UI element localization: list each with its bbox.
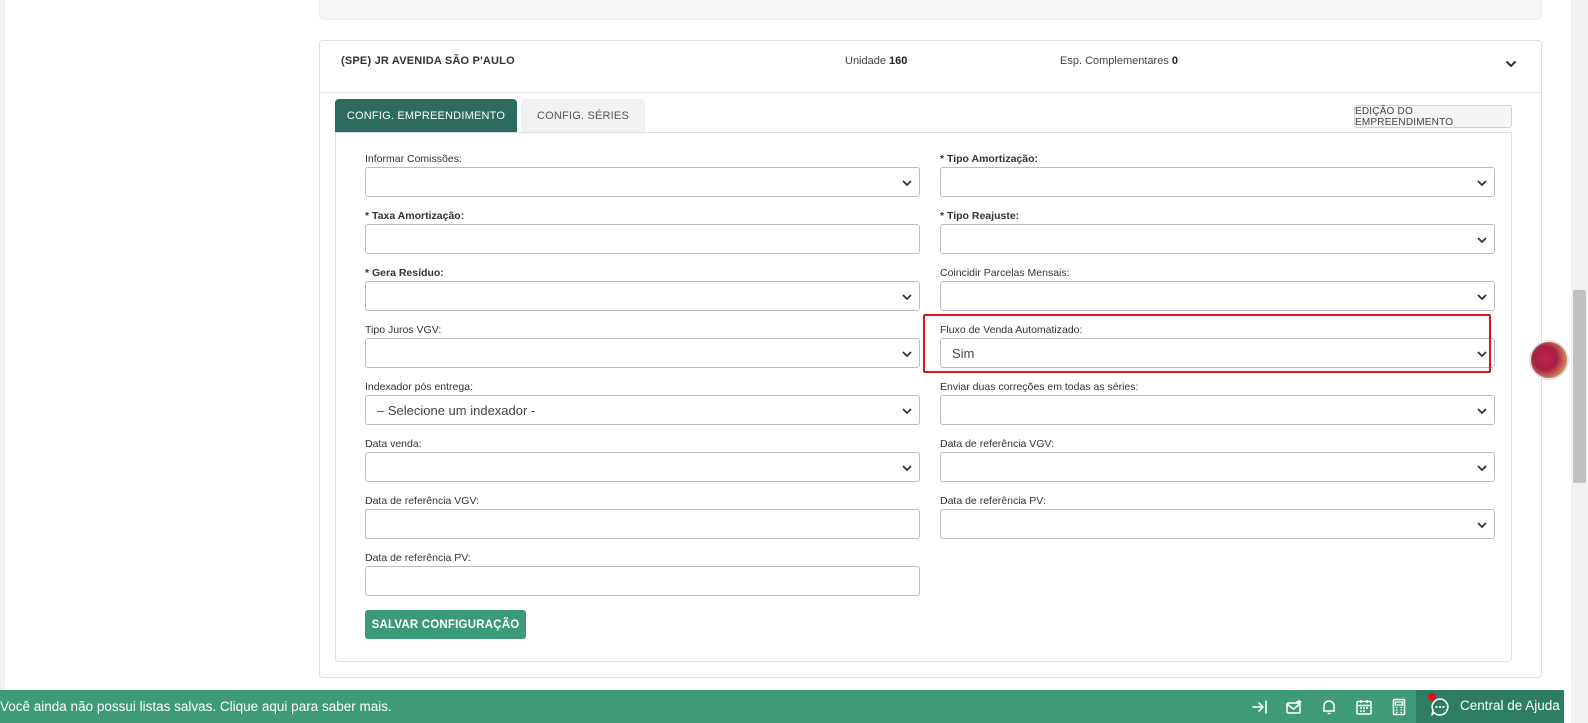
chevron-down-icon	[1477, 408, 1487, 415]
company-name: (SPE) JR AVENIDA SÃO P'AULO	[341, 55, 515, 67]
field-tipo-juros-vgv: Tipo Juros VGV:	[365, 324, 920, 368]
chevron-down-icon	[1477, 522, 1487, 529]
chevron-down-icon	[1477, 180, 1487, 187]
mail-star-icon[interactable]	[1285, 698, 1303, 716]
saved-lists-message[interactable]: Você ainda não possui listas salvas. Cli…	[0, 699, 392, 714]
field-label: * Gera Resíduo:	[365, 267, 444, 279]
chevron-down-icon	[902, 180, 912, 187]
gera-residuo-select[interactable]	[365, 281, 920, 311]
field-label: Tipo Juros VGV:	[365, 324, 442, 336]
field-data-ref-pv-right: Data de referência PV:	[940, 495, 1495, 539]
field-indexador-pos-entrega: Indexador pós entrega: – Selecione um in…	[365, 381, 920, 425]
field-label: * Tipo Reajuste:	[940, 210, 1020, 222]
chevron-down-icon	[1477, 465, 1487, 472]
field-label: * Taxa Amortização:	[365, 210, 465, 222]
tipo-reajuste-select[interactable]	[940, 224, 1495, 254]
field-label: Enviar duas correções em todas as séries…	[940, 381, 1139, 393]
field-tipo-reajuste: * Tipo Reajuste:	[940, 210, 1495, 254]
field-informar-comissoes: Informar Comissões:	[365, 153, 920, 197]
save-config-button[interactable]: SALVAR CONFIGURAÇÃO	[365, 610, 526, 639]
field-data-ref-pv-left: Data de referência PV:	[365, 552, 920, 596]
esp-label: Esp. Complementares	[1060, 55, 1169, 67]
chevron-down-icon	[902, 294, 912, 301]
taxa-amortizacao-input[interactable]	[365, 224, 920, 254]
field-label: Data de referência PV:	[365, 552, 471, 564]
scrollbar[interactable]	[1571, 0, 1588, 723]
notification-dot	[1428, 693, 1436, 701]
previous-card	[319, 0, 1542, 20]
field-tipo-amortizacao: * Tipo Amortização:	[940, 153, 1495, 197]
data-ref-pv-input[interactable]	[365, 566, 920, 596]
field-label: Data de referência VGV:	[940, 438, 1055, 450]
chevron-down-icon	[1477, 237, 1487, 244]
esp-info: Esp. Complementares 0	[1060, 55, 1178, 67]
field-data-ref-vgv-right: Data de referência VGV:	[940, 438, 1495, 482]
tipo-juros-vgv-select[interactable]	[365, 338, 920, 368]
unit-info: Unidade 160	[845, 55, 907, 67]
coincidir-parcelas-select[interactable]	[940, 281, 1495, 311]
select-value: – Selecione um indexador -	[377, 402, 536, 418]
tab-config-series[interactable]: CONFIG. SÉRIES	[521, 99, 645, 133]
esp-value: 0	[1171, 55, 1179, 67]
indexador-select[interactable]: – Selecione um indexador -	[365, 395, 920, 425]
field-coincidir-parcelas: Coincidir Parcelas Mensais:	[940, 267, 1495, 311]
edit-enterprise-button[interactable]: EDIÇÃO DO EMPREENDIMENTO	[1354, 105, 1512, 128]
data-venda-select[interactable]	[365, 452, 920, 482]
field-data-venda: Data venda:	[365, 438, 920, 482]
highlight-annotation	[923, 314, 1491, 373]
field-label: Data venda:	[365, 438, 422, 450]
enviar-duas-correcoes-select[interactable]	[940, 395, 1495, 425]
chevron-down-icon[interactable]	[1504, 57, 1518, 71]
help-center-button[interactable]: Central de Ajuda	[1416, 690, 1564, 723]
calendar-icon[interactable]	[1355, 698, 1373, 716]
data-ref-vgv-select[interactable]	[940, 452, 1495, 482]
chevron-down-icon	[902, 351, 912, 358]
field-taxa-amortizacao: * Taxa Amortização:	[365, 210, 920, 254]
field-label: * Tipo Amortização:	[940, 153, 1039, 165]
field-enviar-duas-correcoes: Enviar duas correções em todas as séries…	[940, 381, 1495, 425]
bell-icon[interactable]	[1320, 698, 1338, 716]
arrow-right-bar-icon[interactable]	[1251, 698, 1269, 716]
field-label: Data de referência VGV:	[365, 495, 480, 507]
chevron-down-icon	[902, 465, 912, 472]
field-data-ref-vgv-left: Data de referência VGV:	[365, 495, 920, 539]
tipo-amortizacao-select[interactable]	[940, 167, 1495, 197]
card-header[interactable]: (SPE) JR AVENIDA SÃO P'AULO Unidade 160 …	[320, 41, 1541, 93]
chevron-down-icon	[902, 408, 912, 415]
chevron-down-icon	[1477, 294, 1487, 301]
unit-label: Unidade	[845, 55, 886, 67]
data-ref-pv-select[interactable]	[940, 509, 1495, 539]
data-ref-vgv-input[interactable]	[365, 509, 920, 539]
field-label: Data de referência PV:	[940, 495, 1046, 507]
bottom-bar: Você ainda não possui listas salvas. Cli…	[0, 690, 1564, 723]
informar-comissoes-select[interactable]	[365, 167, 920, 197]
left-edge	[0, 0, 5, 723]
help-center-label: Central de Ajuda	[1460, 698, 1560, 713]
unit-value: 160	[889, 55, 908, 67]
tab-config-empreendimento[interactable]: CONFIG. EMPREENDIMENTO	[335, 99, 517, 133]
floating-assistant-avatar[interactable]	[1529, 340, 1569, 380]
field-label: Coincidir Parcelas Mensais:	[940, 267, 1070, 279]
field-label: Informar Comissões:	[365, 153, 462, 165]
field-label: Indexador pós entrega:	[365, 381, 473, 393]
scrollbar-thumb[interactable]	[1573, 290, 1586, 483]
field-gera-residuo: * Gera Resíduo:	[365, 267, 920, 311]
calculator-icon[interactable]	[1390, 698, 1408, 716]
